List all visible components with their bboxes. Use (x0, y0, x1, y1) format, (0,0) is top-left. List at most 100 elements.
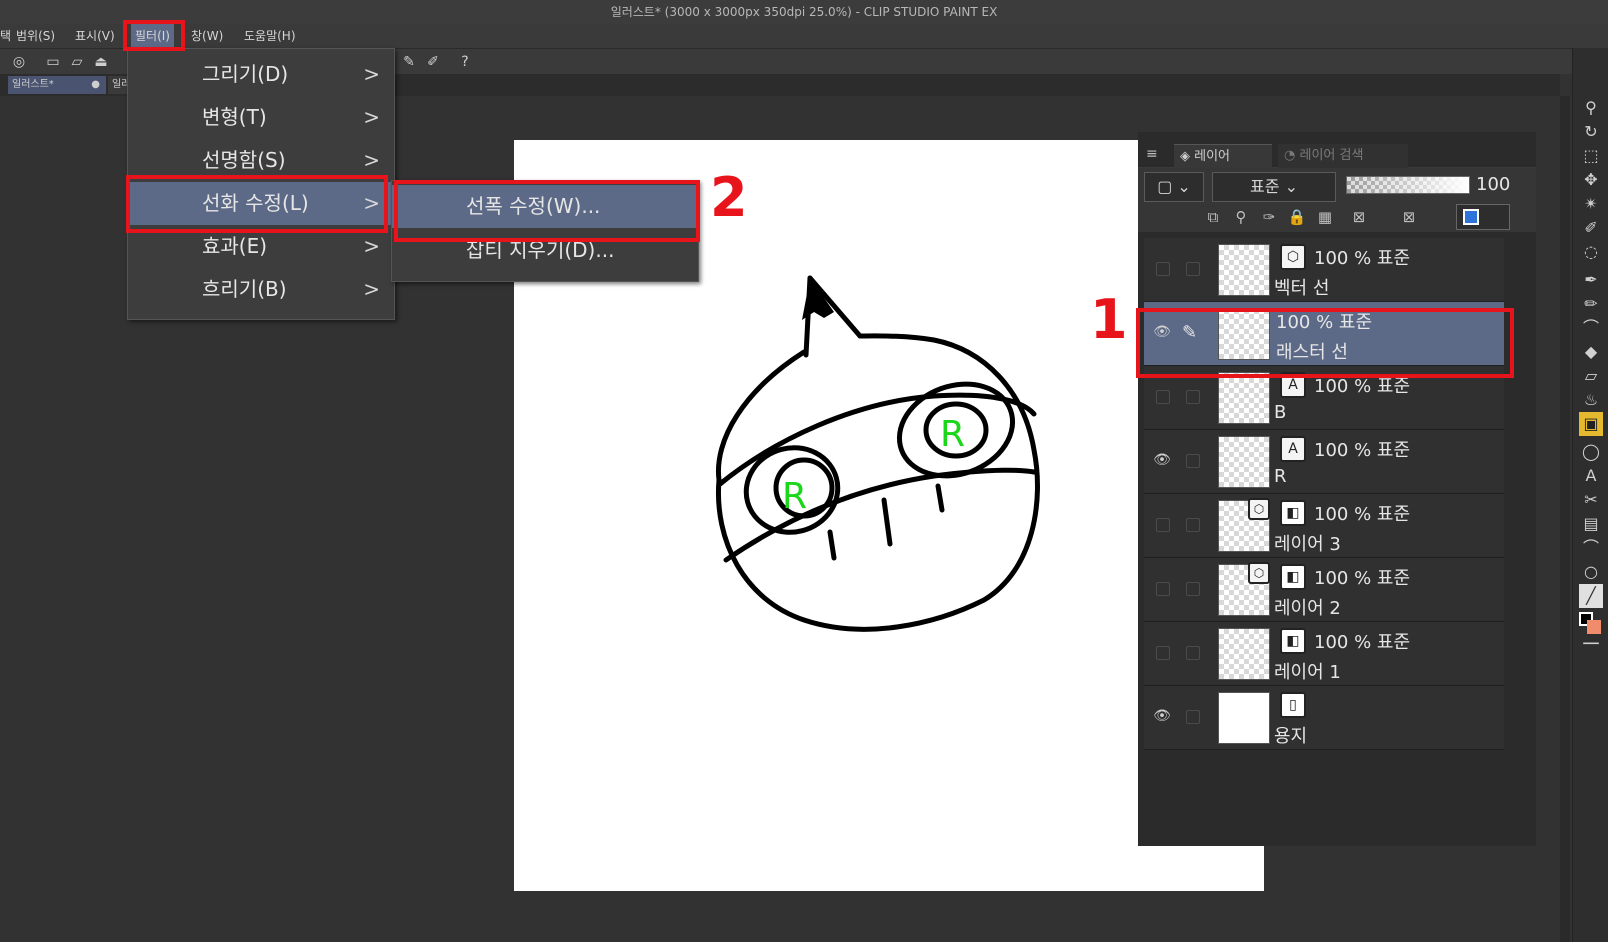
tab-layer-label: 레이어 (1194, 149, 1231, 164)
opacity-slider[interactable] (1346, 176, 1470, 194)
layer-row-2[interactable]: ⬡ ◧ 100 % 표준 레이어 2 (1144, 558, 1504, 622)
brush-stroke-icon[interactable]: ✎ (400, 53, 418, 71)
layer-row-vector-line[interactable]: ⬡ 100 % 표준 벡터 선 (1144, 238, 1504, 302)
layer-mode: 100 % 표준 (1314, 248, 1411, 269)
menu-item-label: 선명함(S) (202, 148, 286, 172)
layer-row-1[interactable]: ◧ 100 % 표준 레이어 1 (1144, 622, 1504, 686)
layer-color-dropdown[interactable] (1456, 204, 1510, 230)
draft-layer-icon[interactable]: ✑ (1258, 206, 1280, 228)
lock-transparency-icon[interactable]: ▦ (1314, 206, 1336, 228)
edit-lock-toggle[interactable] (1186, 390, 1200, 404)
edit-lock-toggle[interactable] (1186, 262, 1200, 276)
visibility-toggle[interactable] (1156, 646, 1170, 660)
reference-layer-icon[interactable]: ⚲ (1230, 206, 1252, 228)
layer-row-r[interactable]: 👁 A 100 % 표준 R (1144, 430, 1504, 494)
layer-mode: 100 % 표준 (1314, 568, 1411, 589)
panel-menu-icon[interactable]: ≡ (1146, 146, 1158, 162)
magic-wand-icon[interactable]: ✴ (1579, 192, 1603, 216)
line-tool-icon[interactable]: ╱ (1579, 584, 1603, 608)
visibility-toggle[interactable] (1156, 582, 1170, 596)
tab-label: 일러스트* (12, 79, 54, 90)
save-icon[interactable]: ⏏ (92, 53, 110, 71)
layer-row-paper[interactable]: 👁 ▯ 용지 (1144, 686, 1504, 750)
layer-thumbnail (1218, 244, 1270, 296)
visibility-toggle[interactable] (1156, 390, 1170, 404)
layer-mode: 100 % 표준 (1314, 504, 1411, 525)
edit-lock-toggle[interactable] (1186, 454, 1200, 468)
color-layer-icon: ◧ (1280, 628, 1306, 654)
layer-thumbnail (1218, 436, 1270, 488)
layer-panel: ≡ ◈ 레이어 ◔ 레이어 검색 ▢ ⌄ 표준 ⌄ 100 ⧉ ⚲ ✑ 🔒 ▦ … (1138, 132, 1536, 846)
menu-help[interactable]: 도움말(H) (240, 24, 300, 48)
edit-lock-toggle[interactable] (1186, 582, 1200, 596)
menu-item-blur[interactable]: 흐리기(B) > (128, 268, 394, 311)
help-icon[interactable]: ? (456, 53, 474, 71)
text-tool-icon[interactable]: A (1579, 464, 1603, 488)
vertical-scrollbar[interactable] (1560, 96, 1570, 942)
ellipse-icon[interactable]: ○ (1579, 560, 1603, 584)
move-icon[interactable]: ✥ (1579, 168, 1603, 192)
tab-document-illust[interactable]: 일러스트* ● (8, 76, 106, 94)
brush-icon[interactable]: ⌒ (1579, 316, 1603, 340)
layer-thumbnail (1218, 372, 1270, 424)
chevron-right-icon: > (363, 277, 380, 301)
visibility-toggle[interactable] (1156, 518, 1170, 532)
lock-icon[interactable]: 🔒 (1286, 206, 1308, 228)
figure-icon[interactable]: ▣ (1579, 412, 1603, 436)
blend-icon[interactable]: ♨ (1579, 388, 1603, 412)
lasso-icon[interactable]: ◌ (1579, 240, 1603, 264)
eraser-icon[interactable]: ▱ (1579, 364, 1603, 388)
tab-layer-search[interactable]: ◔ 레이어 검색 (1278, 144, 1408, 168)
clip-layer-icon[interactable]: ⧉ (1202, 206, 1224, 228)
blend-mode-value: 표준 (1250, 177, 1280, 196)
menu-item-draw[interactable]: 그리기(D) > (128, 53, 394, 96)
transparent-color-icon[interactable]: ▔▔ (1579, 638, 1603, 662)
annotation-box-correct-line (126, 175, 388, 233)
zoom-icon[interactable]: ⚲ (1579, 96, 1603, 120)
curve-ruler-icon[interactable]: ⌒ (1579, 536, 1603, 560)
canvas-letter-r-right: R (940, 414, 965, 455)
layer-row-3[interactable]: ⬡ ◧ 100 % 표준 레이어 3 (1144, 494, 1504, 558)
pencil-icon[interactable]: ✏ (1579, 292, 1603, 316)
search-layer-icon: ◔ (1284, 148, 1296, 163)
object-select-icon[interactable]: ⬚ (1579, 144, 1603, 168)
layer-name: 레이어 2 (1274, 598, 1341, 619)
edit-lock-toggle[interactable] (1186, 518, 1200, 532)
layer-controls: ▢ ⌄ 표준 ⌄ 100 ⧉ ⚲ ✑ 🔒 ▦ ⊠ ⊠ (1138, 168, 1536, 232)
eye-icon[interactable]: 👁 (1152, 452, 1172, 470)
layer-color-swatch (1463, 209, 1479, 225)
ruler-range-icon[interactable]: ⊠ (1398, 206, 1420, 228)
color-mode-dropdown[interactable]: ▢ ⌄ (1144, 172, 1204, 202)
ruler-pen-icon[interactable]: ✐ (424, 53, 442, 71)
edit-lock-toggle[interactable] (1186, 710, 1200, 724)
close-icon[interactable]: ● (91, 76, 100, 94)
eyedropper-icon[interactable]: ✐ (1579, 216, 1603, 240)
menu-range[interactable]: 범위(S) (12, 24, 59, 48)
menu-item-transform[interactable]: 변형(T) > (128, 96, 394, 139)
opacity-value[interactable]: 100 (1476, 174, 1510, 195)
tab-layer[interactable]: ◈ 레이어 (1174, 144, 1272, 168)
blend-mode-dropdown[interactable]: 표준 ⌄ (1212, 172, 1336, 202)
menu-window[interactable]: 창(W) (187, 24, 227, 48)
eye-icon[interactable]: 👁 (1152, 708, 1172, 726)
correct-line-icon[interactable]: ✂ (1579, 488, 1603, 512)
mask-icon[interactable]: ⊠ (1348, 206, 1370, 228)
layer-name: 용지 (1274, 726, 1308, 747)
pen-icon[interactable]: ✒ (1579, 268, 1603, 292)
gradient-icon[interactable]: ▤ (1579, 512, 1603, 536)
layer-panel-tabs: ≡ ◈ 레이어 ◔ 레이어 검색 (1138, 140, 1536, 168)
edit-lock-toggle[interactable] (1186, 646, 1200, 660)
color-swatch-icon[interactable] (1579, 612, 1603, 636)
app-icon[interactable]: ◎ (10, 53, 28, 71)
rotate-icon[interactable]: ↻ (1579, 120, 1603, 144)
visibility-toggle[interactable] (1156, 262, 1170, 276)
balloon-icon[interactable]: ◯ (1579, 440, 1603, 464)
new-file-icon[interactable]: ▭ (44, 53, 62, 71)
paper-layer-icon: ▯ (1280, 692, 1306, 718)
layer-name: 레이어 3 (1274, 534, 1341, 555)
airbrush-icon[interactable]: ◆ (1579, 340, 1603, 364)
menu-view[interactable]: 표시(V) (71, 24, 119, 48)
text-layer-icon: A (1280, 436, 1306, 462)
tool-palette: ⚲ ↻ ⬚ ✥ ✴ ✐ ◌ ✒ ✏ ⌒ ◆ ▱ ♨ ▣ ◯ A ✂ ▤ ⌒ ○ … (1572, 48, 1608, 942)
open-folder-icon[interactable]: ▱ (68, 53, 86, 71)
